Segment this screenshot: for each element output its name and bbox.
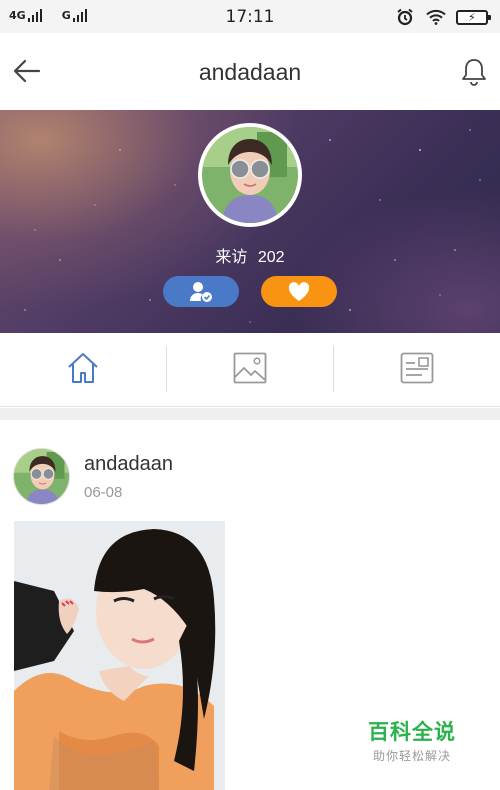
profile-avatar[interactable] [198,123,302,227]
tab-home[interactable] [0,333,166,407]
like-button[interactable] [261,276,337,307]
watermark-logo: 百科全说 助你轻松解决 [362,716,462,764]
wifi-icon [426,9,446,25]
user-check-icon [190,282,212,302]
navigation-bar: andadaan [0,33,500,110]
visits-label: 来访 [215,249,248,266]
profile-tabs [0,333,500,407]
watermark-title: 百科全说 [368,720,456,744]
status-bar: 4G G 17:11 ⚡ [0,0,500,33]
watermark-subtitle: 助你轻松解决 [372,749,451,763]
visit-count: 来访 202 [0,243,500,267]
section-divider [0,408,500,420]
post-author-name[interactable]: andadaan [84,453,173,476]
tab-photos[interactable] [167,333,333,407]
image-icon [233,352,267,384]
visits-count: 202 [257,249,285,266]
avatar-image [14,449,69,504]
post-author-avatar[interactable] [13,448,70,505]
heart-icon [288,282,310,301]
notifications-button[interactable] [460,57,488,87]
photo-image [14,521,225,790]
battery-icon: ⚡ [456,9,491,25]
home-icon [68,353,98,383]
alarm-icon [396,8,414,26]
status-icons: ⚡ [396,8,491,26]
profile-cover: 来访 202 [0,110,500,333]
post-date: 06-08 [84,484,123,501]
follow-button[interactable] [163,276,239,307]
avatar-image [202,127,298,223]
tab-info[interactable] [334,333,500,407]
page-title: andadaan [198,59,302,85]
card-icon [400,352,434,384]
bell-icon [462,59,486,86]
post-photo[interactable] [14,521,225,790]
